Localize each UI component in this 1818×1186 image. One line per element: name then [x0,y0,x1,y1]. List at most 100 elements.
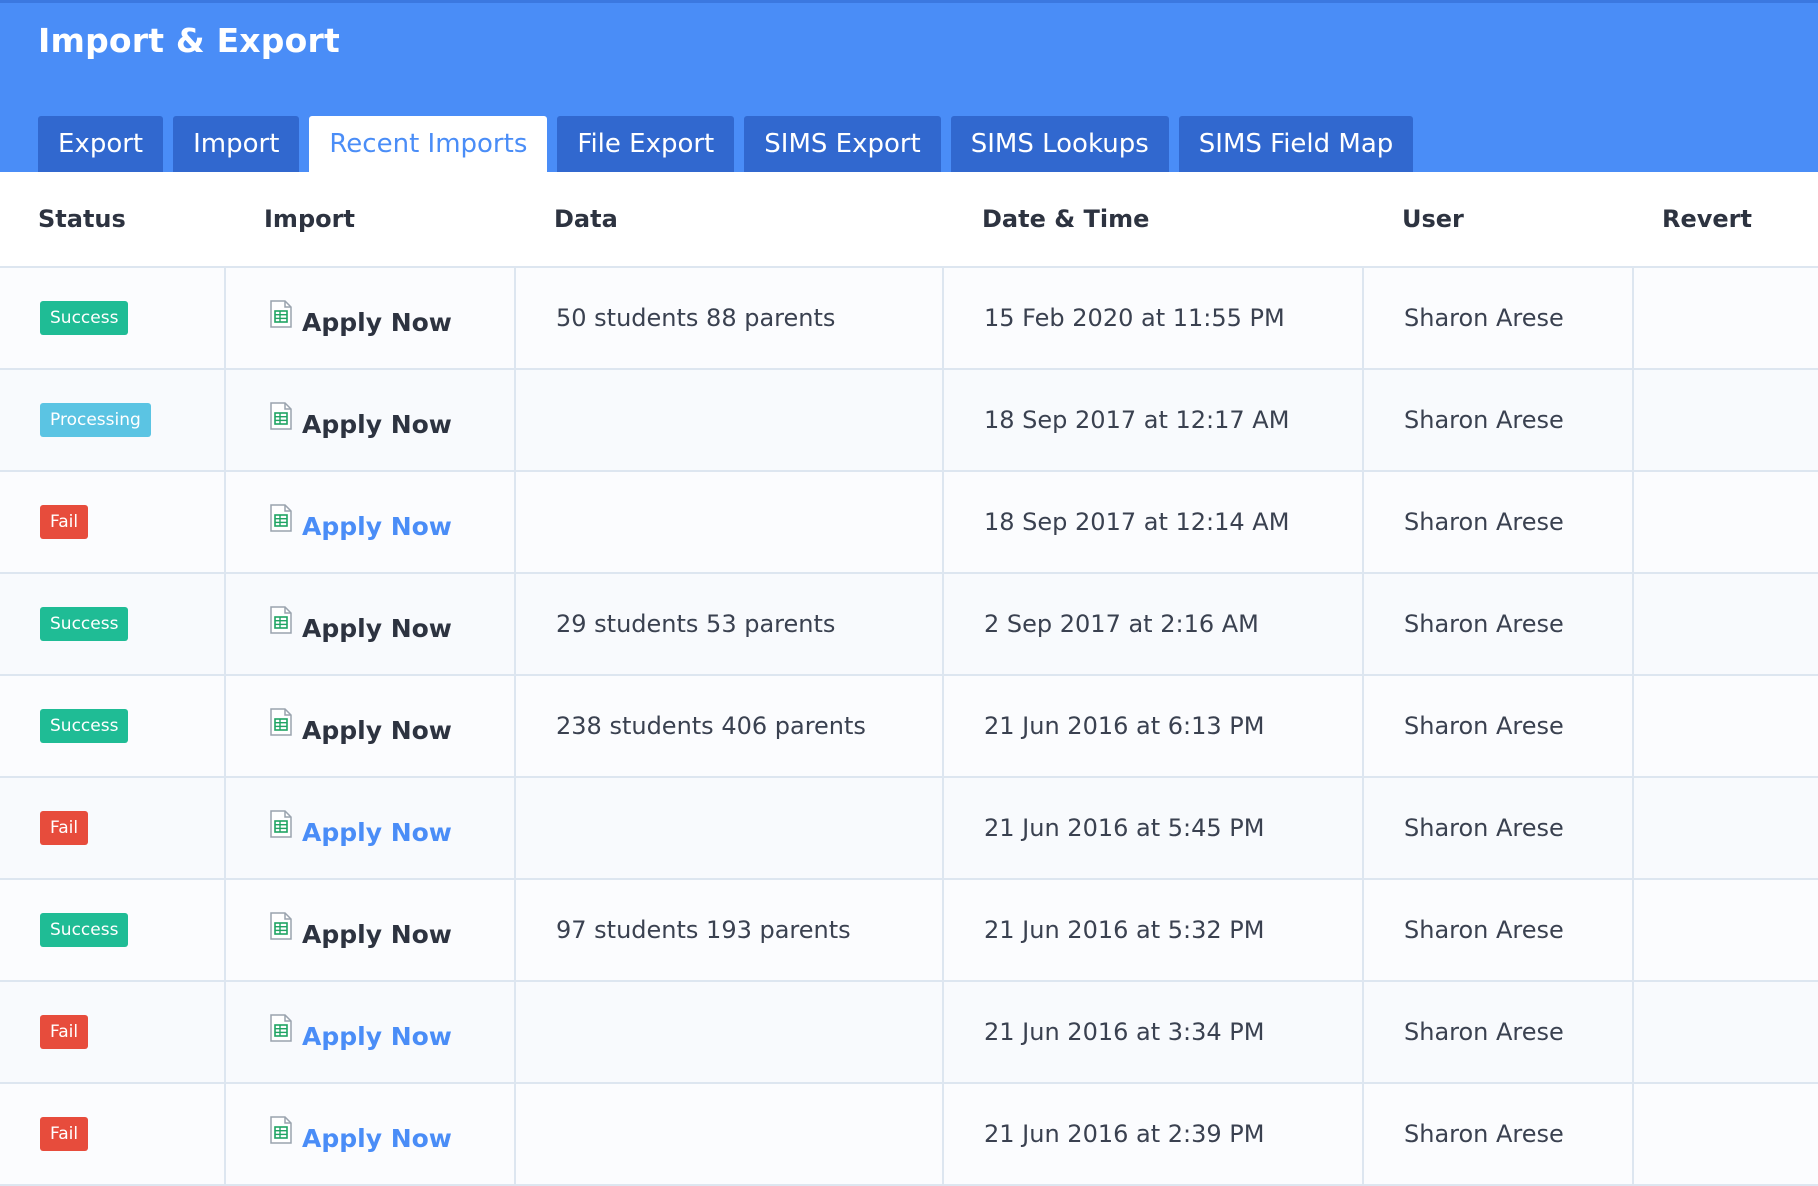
tab-recent-imports[interactable]: Recent Imports [309,116,548,172]
tab-sims-export[interactable]: SIMS Export [744,116,941,172]
date-time-cell: 21 Jun 2016 at 3:34 PM [944,982,1364,1082]
import-cell: Apply Now [226,268,516,368]
data-cell [516,1084,944,1184]
status-badge: Processing [40,403,151,437]
table-row: Success Apply Now 29 students 53 parents 2 … [0,574,1818,676]
import-cell: Apply Now [226,1084,516,1184]
date-time-cell: 21 Jun 2016 at 5:32 PM [944,880,1364,980]
spreadsheet-file-icon [270,606,292,634]
tab-file-export[interactable]: File Export [557,116,735,172]
import-cell: Apply Now [226,982,516,1082]
table-row: Fail Apply Now 21 Jun 2016 at 2:39 PM Sharo… [0,1084,1818,1186]
date-time-cell: 15 Feb 2020 at 11:55 PM [944,268,1364,368]
column-header-revert: Revert [1662,205,1752,233]
spreadsheet-file-icon [270,300,292,328]
user-cell: Sharon Arese [1364,472,1634,572]
status-badge: Fail [40,1015,89,1049]
date-time-cell: 21 Jun 2016 at 2:39 PM [944,1084,1364,1184]
status-cell: Fail [0,1084,226,1184]
tab-export[interactable]: Export [38,116,164,172]
user-cell: Sharon Arese [1364,778,1634,878]
data-cell [516,472,944,572]
table-row: Processing Apply Now 18 Sep 2017 at 12:17 … [0,370,1818,472]
status-badge: Fail [40,1117,89,1151]
table-row: Fail Apply Now 18 Sep 2017 at 12:14 AM Shar… [0,472,1818,574]
status-cell: Fail [0,778,226,878]
column-header-data: Data [554,205,618,233]
revert-cell[interactable] [1634,268,1818,368]
column-header-date-time: Date & Time [982,205,1150,233]
column-header-status: Status [38,205,126,233]
revert-cell[interactable] [1634,370,1818,470]
revert-cell[interactable] [1634,778,1818,878]
revert-cell[interactable] [1634,472,1818,572]
table-row: Success Apply Now 238 students 406 parents… [0,676,1818,778]
column-header-user: User [1402,205,1464,233]
tab-sims-lookups[interactable]: SIMS Lookups [950,116,1169,172]
table-header: Status Import Data Date & Time User Reve… [0,172,1818,268]
import-name-link[interactable]: Apply Now [302,308,452,337]
data-cell: 238 students 406 parents [516,676,944,776]
table-row: Fail Apply Now 21 Jun 2016 at 3:34 PM Sharo… [0,982,1818,1084]
user-cell: Sharon Arese [1364,574,1634,674]
date-time-cell: 2 Sep 2017 at 2:16 AM [944,574,1364,674]
spreadsheet-file-icon [270,708,292,736]
import-name-link[interactable]: Apply Now [302,818,452,847]
user-cell: Sharon Arese [1364,676,1634,776]
import-cell: Apply Now [226,472,516,572]
status-badge: Success [40,709,129,743]
data-cell: 50 students 88 parents [516,268,944,368]
import-cell: Apply Now [226,676,516,776]
column-header-import: Import [264,205,355,233]
user-cell: Sharon Arese [1364,1084,1634,1184]
revert-cell[interactable] [1634,880,1818,980]
date-time-cell: 18 Sep 2017 at 12:17 AM [944,370,1364,470]
status-badge: Success [40,607,129,641]
import-cell: Apply Now [226,778,516,878]
status-cell: Success [0,574,226,674]
date-time-cell: 21 Jun 2016 at 6:13 PM [944,676,1364,776]
spreadsheet-file-icon [270,1014,292,1042]
page-title: Import & Export [38,21,340,60]
import-name-link[interactable]: Apply Now [302,1124,452,1153]
import-name-link[interactable]: Apply Now [302,920,452,949]
revert-cell[interactable] [1634,676,1818,776]
date-time-cell: 18 Sep 2017 at 12:14 AM [944,472,1364,572]
user-cell: Sharon Arese [1364,268,1634,368]
page-header: Import & Export Export Import Recent Imp… [0,0,1818,172]
spreadsheet-file-icon [270,810,292,838]
user-cell: Sharon Arese [1364,880,1634,980]
status-cell: Processing [0,370,226,470]
import-name-link[interactable]: Apply Now [302,614,452,643]
tab-sims-field-map[interactable]: SIMS Field Map [1178,116,1414,172]
status-badge: Success [40,301,129,335]
data-cell [516,370,944,470]
spreadsheet-file-icon [270,1116,292,1144]
import-cell: Apply Now [226,370,516,470]
import-cell: Apply Now [226,880,516,980]
spreadsheet-file-icon [270,402,292,430]
import-name-link[interactable]: Apply Now [302,512,452,541]
status-cell: Success [0,676,226,776]
data-cell: 97 students 193 parents [516,880,944,980]
status-cell: Fail [0,472,226,572]
revert-cell[interactable] [1634,982,1818,1082]
data-cell [516,778,944,878]
revert-cell[interactable] [1634,1084,1818,1184]
date-time-cell: 21 Jun 2016 at 5:45 PM [944,778,1364,878]
tab-bar: Export Import Recent Imports File Export… [38,116,1414,172]
data-cell: 29 students 53 parents [516,574,944,674]
status-cell: Success [0,268,226,368]
spreadsheet-file-icon [270,504,292,532]
data-cell [516,982,944,1082]
table-row: Fail Apply Now 21 Jun 2016 at 5:45 PM Sharo… [0,778,1818,880]
import-name-link[interactable]: Apply Now [302,410,452,439]
table-row: Success Apply Now 97 students 193 parents 2… [0,880,1818,982]
spreadsheet-file-icon [270,912,292,940]
import-cell: Apply Now [226,574,516,674]
recent-imports-table: Status Import Data Date & Time User Reve… [0,172,1818,1186]
import-name-link[interactable]: Apply Now [302,1022,452,1051]
import-name-link[interactable]: Apply Now [302,716,452,745]
tab-import[interactable]: Import [173,116,300,172]
revert-cell[interactable] [1634,574,1818,674]
